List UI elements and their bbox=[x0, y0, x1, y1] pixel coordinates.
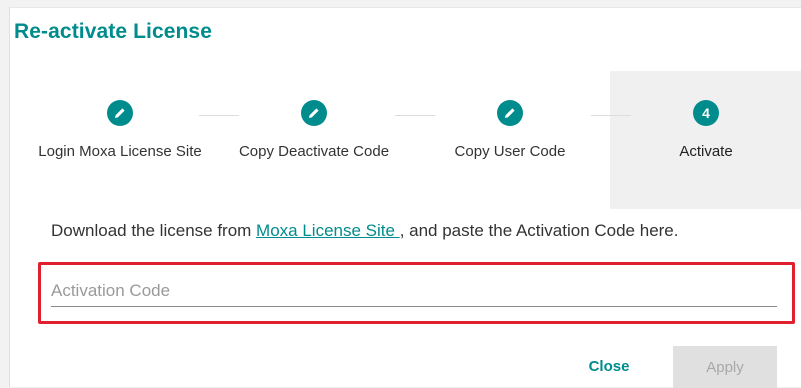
pencil-icon bbox=[115, 108, 125, 118]
step-label: Activate bbox=[679, 143, 733, 160]
apply-button[interactable]: Apply bbox=[673, 346, 777, 388]
moxa-license-site-link[interactable]: Moxa License Site bbox=[256, 221, 400, 240]
step-label: Copy User Code bbox=[454, 143, 566, 160]
activation-code-field-wrapper bbox=[51, 278, 777, 307]
pencil-icon bbox=[309, 108, 319, 118]
instruction-text: Download the license from Moxa License S… bbox=[51, 221, 679, 241]
activation-code-input[interactable] bbox=[51, 278, 777, 304]
pencil-icon bbox=[505, 108, 515, 118]
step-completed-indicator bbox=[301, 100, 327, 126]
step-activate: 4 Activate bbox=[608, 100, 801, 161]
close-button[interactable]: Close bbox=[576, 346, 642, 386]
dialog-title: Re-activate License bbox=[14, 20, 212, 43]
step-number-badge: 4 bbox=[693, 100, 719, 126]
step-label: Login Moxa License Site bbox=[38, 143, 202, 160]
step-copy-deactivate-code: Copy Deactivate Code bbox=[216, 100, 412, 161]
reactivate-license-dialog: Re-activate License Login Moxa License S… bbox=[9, 7, 801, 388]
instruction-suffix: , and paste the Activation Code here. bbox=[399, 221, 679, 240]
step-completed-indicator bbox=[497, 100, 523, 126]
step-login-moxa-license-site: Login Moxa License Site bbox=[22, 100, 218, 161]
step-completed-indicator bbox=[107, 100, 133, 126]
step-label: Copy Deactivate Code bbox=[238, 143, 390, 160]
instruction-prefix: Download the license from bbox=[51, 221, 257, 240]
step-number: 4 bbox=[702, 105, 710, 121]
step-copy-user-code: Copy User Code bbox=[412, 100, 608, 161]
